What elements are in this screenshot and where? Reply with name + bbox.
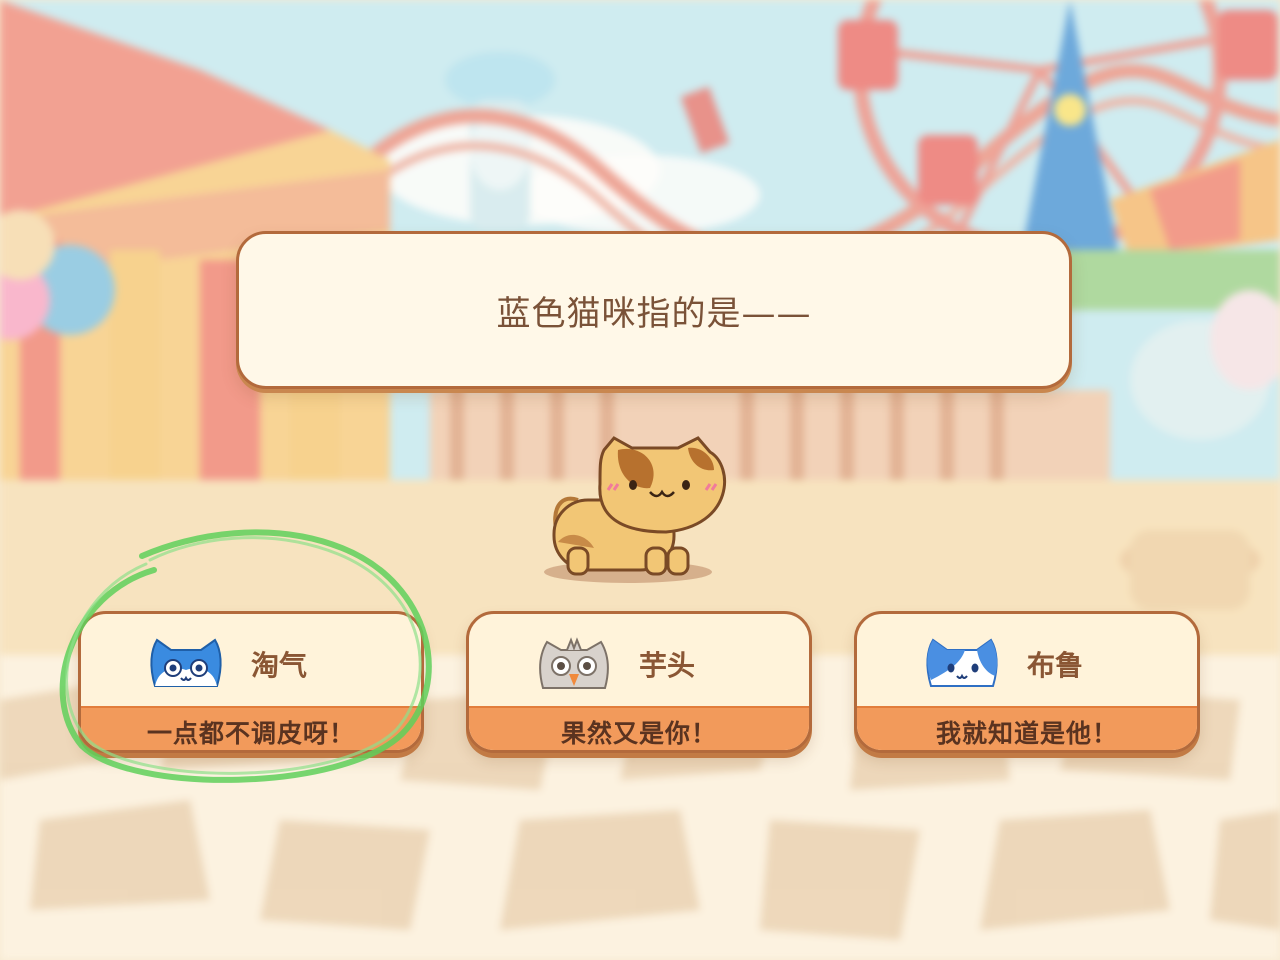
blue-white-cat-face-icon <box>926 638 998 687</box>
answer-name: 芋头 <box>639 649 696 682</box>
answer-name: 布鲁 <box>1027 649 1084 682</box>
answer-card-header: 布鲁 <box>857 614 1197 706</box>
answer-card-bulu[interactable]: 布鲁 我就知道是他！ <box>854 611 1200 753</box>
answer-card-header: 淘气 <box>81 614 421 706</box>
answer-name: 淘气 <box>251 649 308 682</box>
answer-caption: 果然又是你！ <box>560 718 717 748</box>
brown-cat-icon <box>544 436 727 583</box>
gray-owl-cat-face-icon <box>539 637 609 689</box>
answer-card-header: 芋头 <box>469 614 809 706</box>
game-scene: 蓝色猫咪指的是—— 淘气 一点都不调皮呀！ 芋头 果然又是你！ 布鲁 我就知道是… <box>0 0 1280 960</box>
answer-caption: 一点都不调皮呀！ <box>146 718 355 748</box>
answer-card-yutou[interactable]: 芋头 果然又是你！ <box>466 611 812 753</box>
answer-caption: 我就知道是他！ <box>935 718 1118 748</box>
answer-card-taoqi[interactable]: 淘气 一点都不调皮呀！ <box>78 611 424 753</box>
answer-caption-bar: 果然又是你！ <box>469 706 809 750</box>
question-text: 蓝色猫咪指的是—— <box>496 293 812 334</box>
answer-caption-bar: 一点都不调皮呀！ <box>81 706 421 750</box>
blue-cat-face-icon <box>150 638 222 687</box>
question-panel: 蓝色猫咪指的是—— <box>236 231 1072 389</box>
answer-caption-bar: 我就知道是他！ <box>857 706 1197 750</box>
